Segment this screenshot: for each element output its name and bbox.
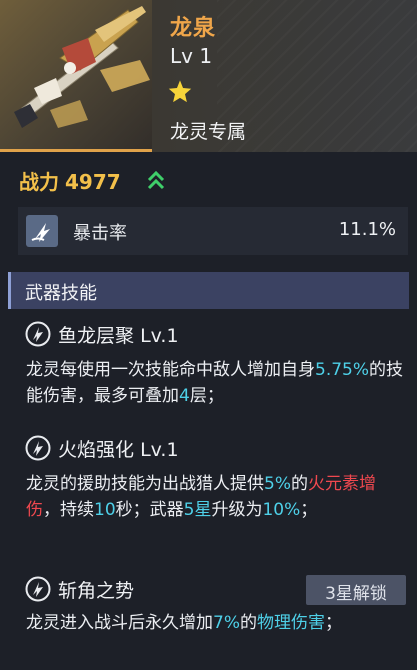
- description-segment: 5%: [264, 474, 291, 494]
- skill-name: 斩角之势: [58, 580, 135, 602]
- description-segment: 层；: [189, 386, 224, 406]
- power-row: 战力 4977: [19, 166, 121, 195]
- description-segment: ，持续: [43, 500, 94, 520]
- weapon-header: 龙泉 Lv 1 龙灵专属: [0, 0, 417, 152]
- skill-name: 火焰强化: [58, 439, 135, 461]
- description-segment: 5.75%: [315, 360, 370, 380]
- description-segment: 10: [94, 500, 116, 520]
- power-label: 战力: [19, 170, 59, 194]
- weapon-name: 龙泉: [170, 16, 217, 41]
- unlock-requirement-badge: 3星解锁: [306, 575, 406, 605]
- skill-level: Lv.1: [140, 325, 179, 347]
- skill-description: 龙灵进入战斗后永久增加7%的物理伤害；: [26, 610, 398, 636]
- skill-title: 斩角之势: [26, 576, 134, 603]
- skill-description: 龙灵每使用一次技能命中敌人增加自身5.75%的技能伤害，最多可叠加4层；: [26, 357, 406, 409]
- power-value: 4977: [65, 170, 121, 194]
- description-segment: 物理伤害: [256, 613, 325, 633]
- upgrade-arrows-icon: [147, 170, 165, 190]
- weapon-art: [0, 0, 152, 152]
- description-segment: 5星: [183, 500, 212, 520]
- skill-name: 鱼龙层聚: [58, 325, 135, 347]
- description-segment: 的: [290, 474, 308, 494]
- stat-row-crit-rate: 暴击率 11.1%: [18, 207, 408, 255]
- stat-label: 暴击率: [73, 223, 127, 244]
- description-segment: 的: [239, 613, 257, 633]
- skill-level: Lv.1: [140, 439, 179, 461]
- star-icon: [168, 80, 192, 103]
- description-segment: 7%: [213, 613, 240, 633]
- skill-title: 火焰强化 Lv.1: [26, 435, 179, 462]
- exclusive-label: 龙灵专属: [170, 121, 247, 143]
- unlock-requirement-text: 3星解锁: [325, 584, 387, 604]
- description-segment: 升级为: [211, 500, 263, 520]
- description-segment: 秒；: [115, 500, 150, 520]
- description-segment: 10%: [262, 500, 301, 520]
- description-segment: 武器: [149, 500, 184, 520]
- skill-title: 鱼龙层聚 Lv.1: [26, 321, 179, 348]
- description-segment: 龙灵的援助技能为出战猎人提供: [26, 474, 264, 494]
- description-segment: ；: [300, 500, 318, 520]
- crit-icon: [26, 215, 58, 247]
- weapon-level: Lv 1: [170, 44, 213, 68]
- description-segment: ；: [324, 613, 342, 633]
- description-segment: 龙灵进入战斗后永久增加: [26, 613, 213, 633]
- description-segment: 4: [179, 386, 190, 406]
- section-title: 武器技能: [25, 283, 97, 304]
- stat-value: 11.1%: [338, 219, 396, 240]
- skill-description: 龙灵的援助技能为出战猎人提供5%的火元素增伤，持续10秒；武器5星升级为10%；: [26, 471, 396, 523]
- section-header-weapon-skills: 武器技能: [8, 272, 409, 309]
- description-segment: 龙灵每使用一次技能命中敌人增加自身: [26, 360, 315, 380]
